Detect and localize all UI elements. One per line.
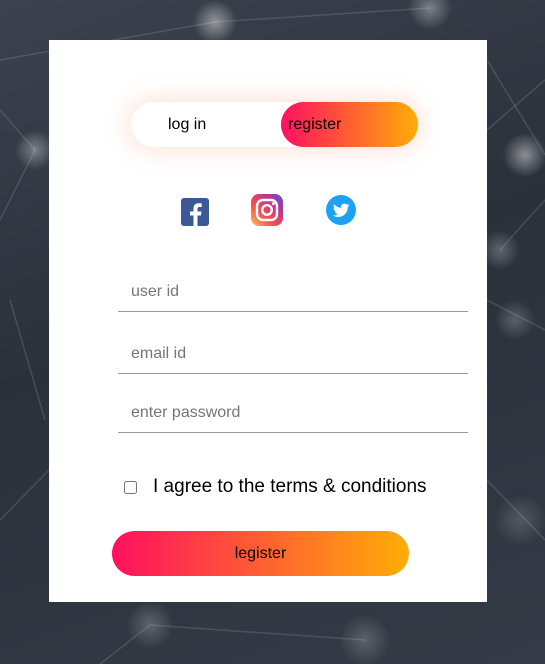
login-tab-button[interactable]: log in <box>168 102 278 147</box>
terms-checkbox[interactable] <box>124 480 137 494</box>
password-field[interactable] <box>118 393 468 433</box>
register-card: log in register user id email id I agree… <box>49 40 487 602</box>
instagram-icon[interactable] <box>250 193 283 226</box>
register-submit-button[interactable]: legister <box>112 531 409 576</box>
terms-label: I agree to the terms & conditions <box>153 476 427 497</box>
twitter-icon[interactable] <box>325 194 357 226</box>
facebook-icon[interactable] <box>179 196 211 228</box>
email-field[interactable] <box>118 334 468 374</box>
terms-row: I agree to the terms & conditions <box>124 472 427 502</box>
register-tab-button[interactable]: register <box>288 102 408 147</box>
user-id-field[interactable] <box>118 272 468 312</box>
auth-toggle: log in register <box>131 102 418 147</box>
